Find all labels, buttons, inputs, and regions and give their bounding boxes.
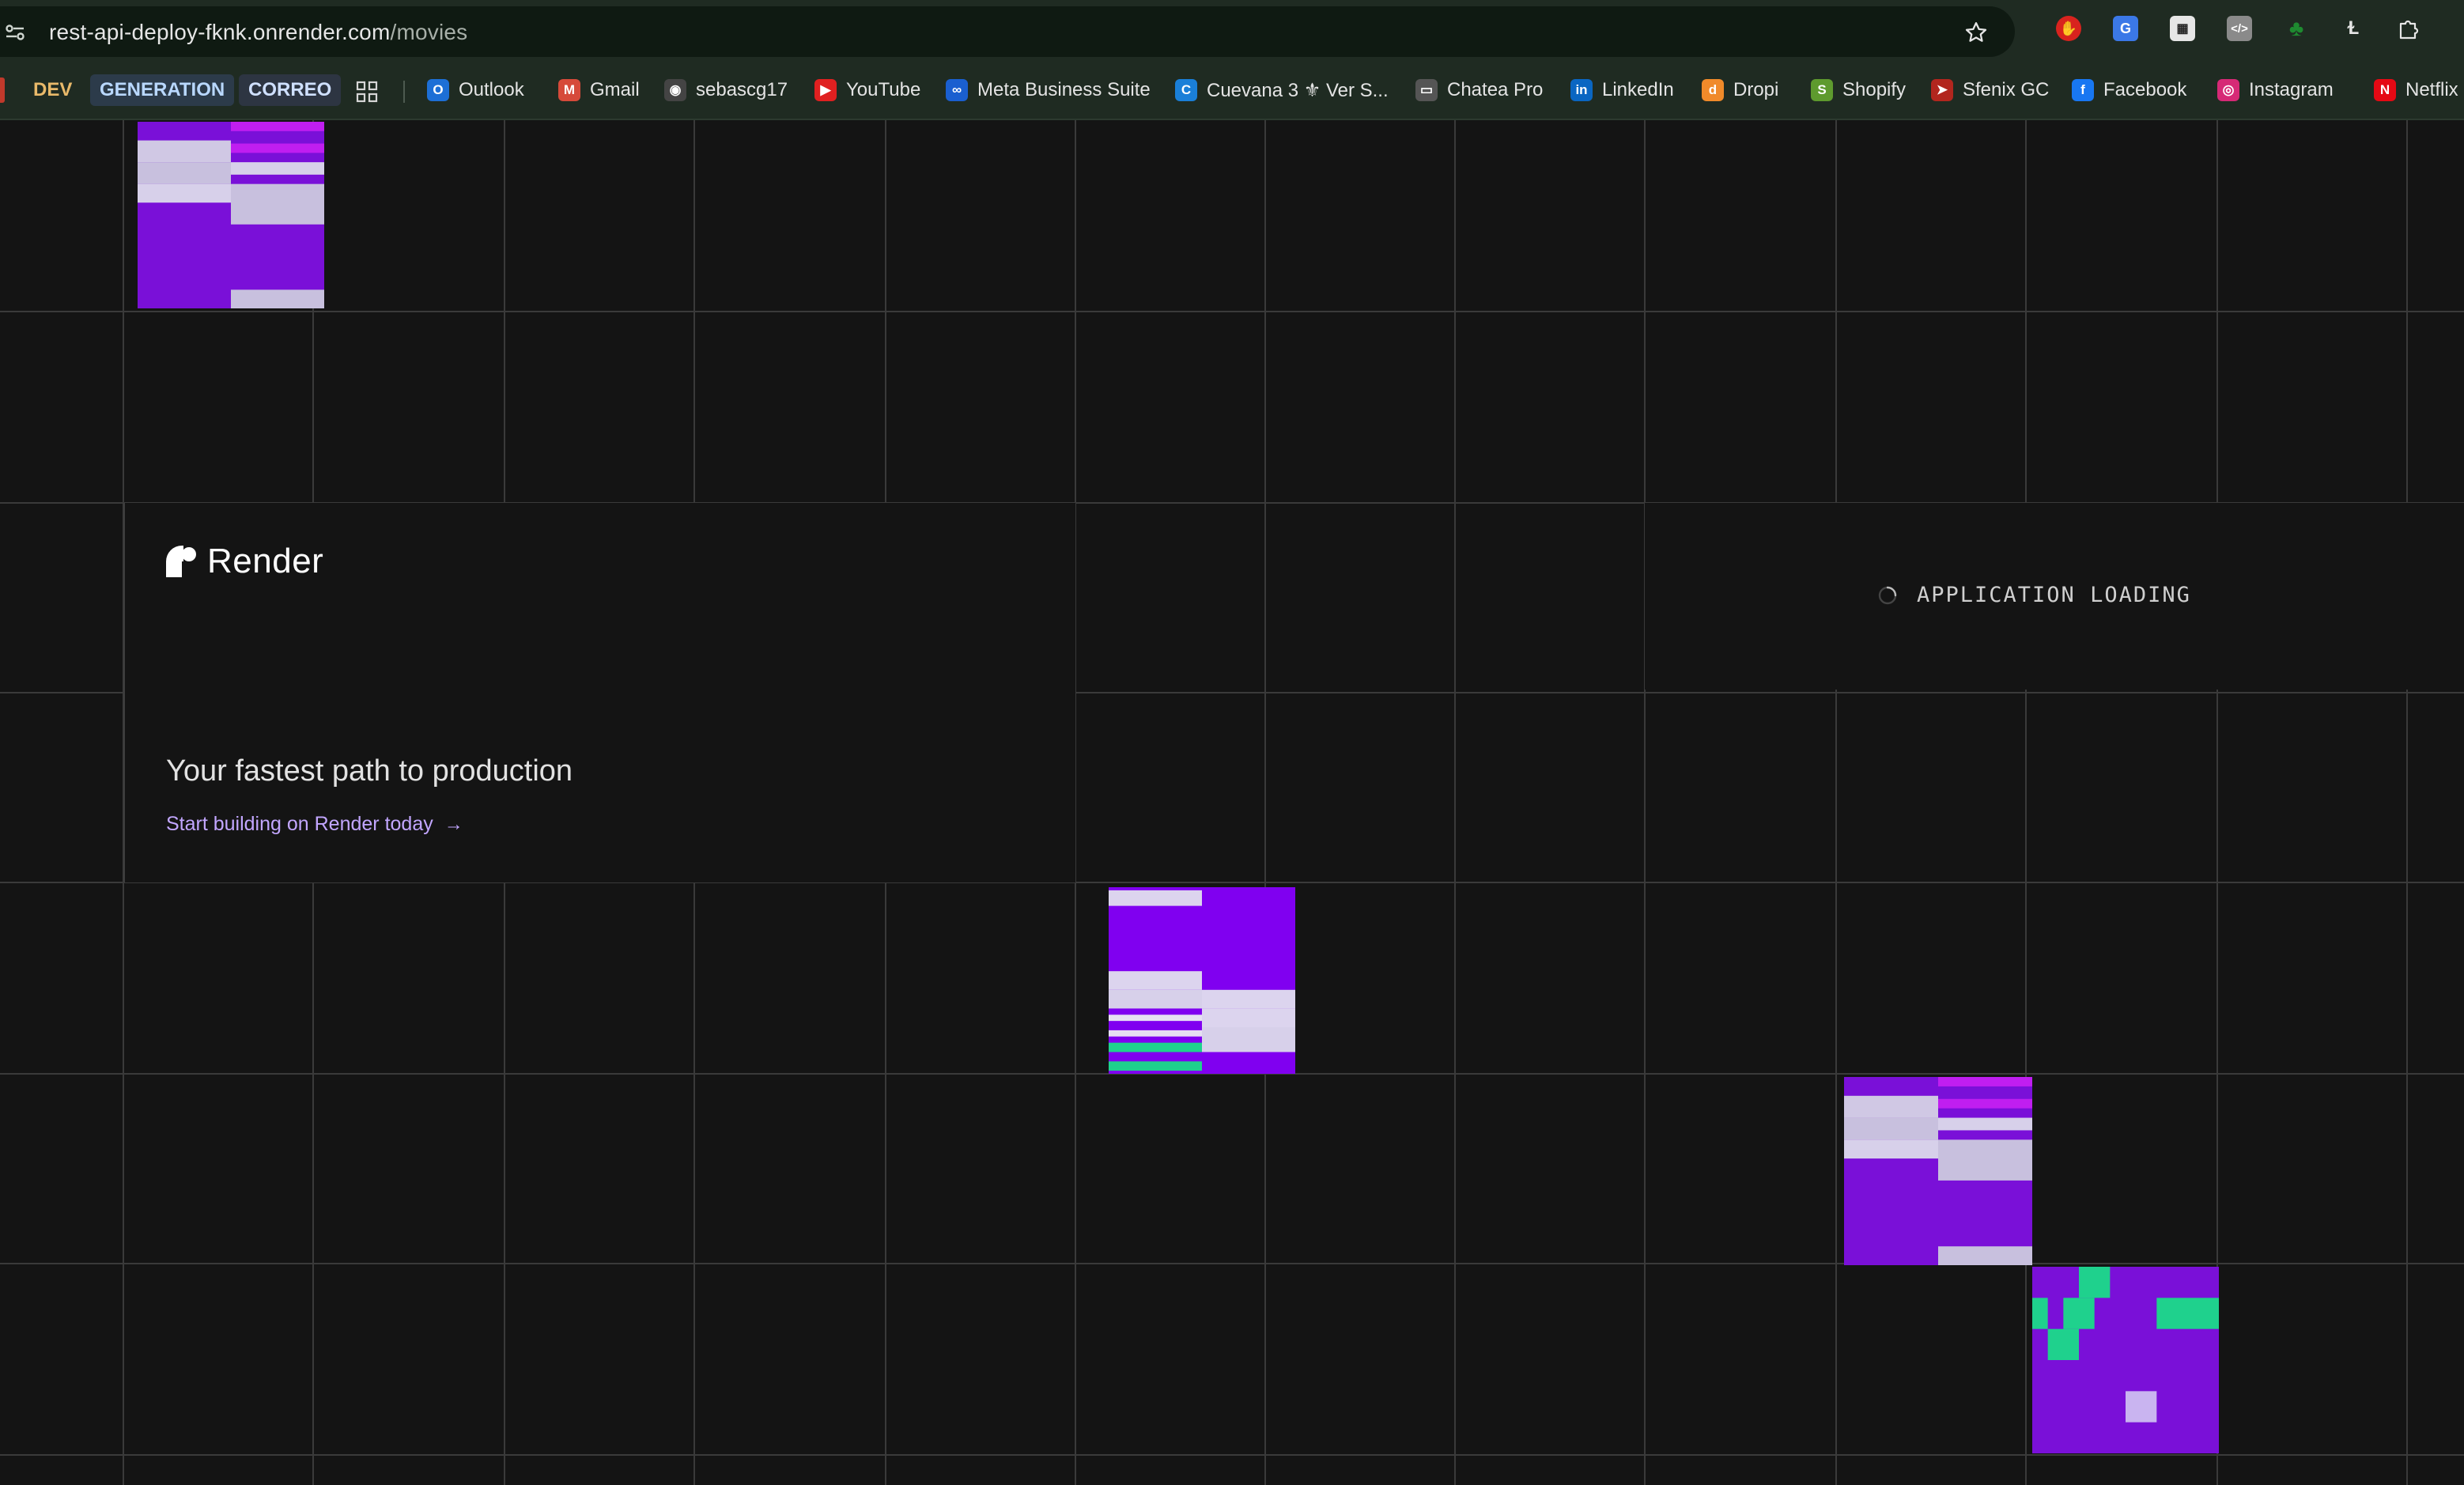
application-loading-indicator: APPLICATION LOADING xyxy=(1877,583,2191,607)
url-text: rest-api-deploy-fknk.onrender.com/movies xyxy=(49,20,468,44)
bookmark-label: Instagram xyxy=(2249,79,2334,100)
bookmark-cuevana[interactable]: C Cuevana 3 ⚜ Ver S... xyxy=(1175,74,1389,106)
bookmark-gmail[interactable]: M Gmail xyxy=(558,74,640,106)
bookmark-label: Cuevana 3 ⚜ Ver S... xyxy=(1207,79,1389,101)
render-loading-page: Render Your fastest path to production S… xyxy=(0,120,2464,1485)
browser-toolbar: rest-api-deploy-fknk.onrender.com/movies… xyxy=(0,0,2464,63)
bookmark-label: Netflix xyxy=(2405,79,2458,100)
bookmark-label: YouTube xyxy=(846,79,921,100)
github-icon: ◉ xyxy=(664,79,686,101)
bookmark-label: Meta Business Suite xyxy=(977,79,1151,100)
bookmark-label: sebascg17 xyxy=(696,79,788,100)
bookmark-linkedin[interactable]: in LinkedIn xyxy=(1570,74,1674,106)
bookmark-folder-dev[interactable]: DEV xyxy=(24,74,81,106)
bookmark-shopify[interactable]: S Shopify xyxy=(1811,74,1906,106)
tree-extension-icon[interactable]: ♣ xyxy=(2284,16,2309,41)
translate-extension-icon[interactable]: G xyxy=(2113,16,2138,41)
dropi-icon: d xyxy=(1702,79,1724,101)
bookmarks-bar: DEV GENERATION CORREO O Outlook M Gmail ◉ seb… xyxy=(0,63,2464,120)
start-building-link[interactable]: Start building on Render today → xyxy=(166,813,463,836)
bookmark-partial-icon[interactable] xyxy=(0,77,5,103)
render-brand-name: Render xyxy=(207,542,324,580)
youtube-icon: ▶ xyxy=(814,79,837,101)
bookmark-label: Sfenix GC xyxy=(1963,79,2050,100)
pixel-tile-center xyxy=(1109,887,1295,1074)
sfenix-icon: ➤ xyxy=(1931,79,1953,101)
meta-icon: ∞ xyxy=(946,79,968,101)
outlook-icon: O xyxy=(427,79,449,101)
gmail-icon: M xyxy=(558,79,580,101)
bookmarks-separator xyxy=(403,81,405,103)
bookmark-netflix[interactable]: N Netflix xyxy=(2374,74,2458,106)
instagram-icon: ◎ xyxy=(2217,79,2239,101)
render-logo[interactable]: Render xyxy=(166,542,323,581)
bookmark-folder-generation[interactable]: GENERATION xyxy=(90,74,235,106)
extensions-puzzle-icon[interactable] xyxy=(2396,16,2421,41)
text-extension-icon[interactable]: Ɫ xyxy=(2341,16,2366,41)
bookmark-sfenix[interactable]: ➤ Sfenix GC xyxy=(1931,74,2049,106)
code-extension-icon[interactable]: </> xyxy=(2227,16,2252,41)
apps-grid-icon[interactable] xyxy=(356,81,378,103)
bookmark-label: Shopify xyxy=(1842,79,1907,100)
bookmark-outlook[interactable]: O Outlook xyxy=(427,74,524,106)
cta-label: Start building on Render today xyxy=(166,813,433,835)
bookmark-youtube[interactable]: ▶ YouTube xyxy=(814,74,920,106)
render-logo-icon xyxy=(166,546,196,577)
bookmark-chat[interactable]: ▭ Chatea Pro xyxy=(1415,74,1543,106)
bookmark-meta[interactable]: ∞ Meta Business Suite xyxy=(946,74,1151,106)
bookmark-dropi[interactable]: d Dropi xyxy=(1702,74,1778,106)
bookmark-star-icon[interactable] xyxy=(1964,21,1988,44)
bookmark-label: Chatea Pro xyxy=(1447,79,1544,100)
pixel-tile-top-left xyxy=(138,122,324,308)
loading-spinner-icon xyxy=(1878,586,1897,604)
loading-text: APPLICATION LOADING xyxy=(1917,583,2191,607)
bookmark-label: Dropi xyxy=(1733,79,1779,100)
bookmark-label: Facebook xyxy=(2103,79,2187,100)
bookmark-label: LinkedIn xyxy=(1602,79,1674,100)
adblock-extension-icon[interactable]: ✋ xyxy=(2056,16,2081,41)
facebook-icon: f xyxy=(2072,79,2094,101)
bookmark-facebook[interactable]: f Facebook xyxy=(2072,74,2186,106)
chat-icon: ▭ xyxy=(1415,79,1438,101)
linkedin-icon: in xyxy=(1570,79,1593,101)
netflix-icon: N xyxy=(2374,79,2396,101)
address-bar[interactable]: rest-api-deploy-fknk.onrender.com/movies xyxy=(0,6,2015,57)
pixel-tile-lower-right xyxy=(1844,1077,2032,1265)
bookmark-instagram[interactable]: ◎ Instagram xyxy=(2217,74,2334,106)
cuevana-icon: C xyxy=(1175,79,1197,101)
arrow-right-icon: → xyxy=(444,813,463,835)
site-info-icon[interactable] xyxy=(5,22,25,43)
bookmark-label: Gmail xyxy=(590,79,640,100)
bookmark-github[interactable]: ◉ sebascg17 xyxy=(664,74,788,106)
pixel-tile-bottom-right xyxy=(2032,1267,2219,1453)
shopify-icon: S xyxy=(1811,79,1833,101)
qr-code-extension-icon[interactable]: ▦ xyxy=(2170,16,2195,41)
hero-tagline: Your fastest path to production xyxy=(166,754,573,788)
bookmark-folder-correo[interactable]: CORREO xyxy=(239,74,342,106)
bookmark-label: Outlook xyxy=(459,79,524,100)
